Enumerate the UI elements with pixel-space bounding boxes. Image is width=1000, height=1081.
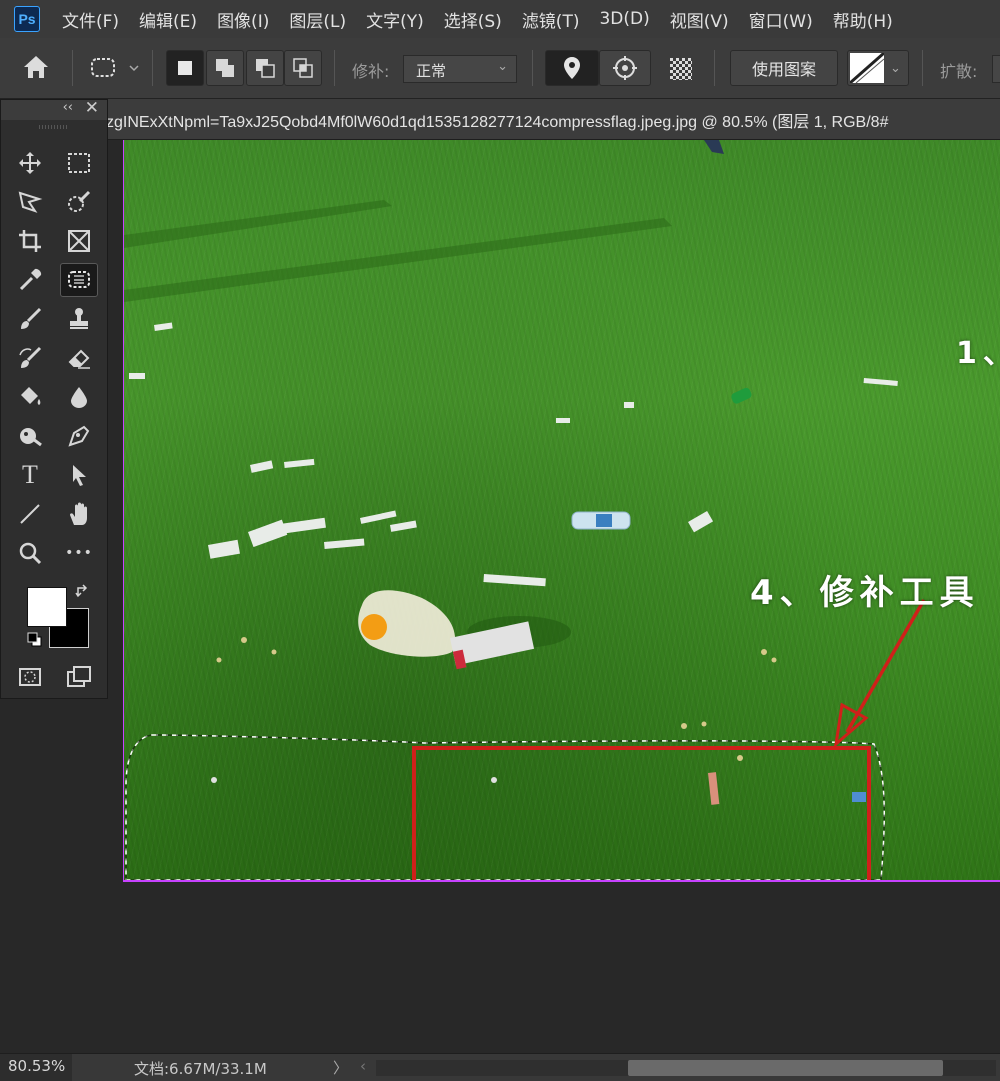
pattern-swatch-icon	[850, 53, 884, 83]
new-selection-icon[interactable]	[166, 50, 204, 86]
patch-selection-outline[interactable]	[125, 734, 885, 880]
bottle-cap	[852, 792, 866, 802]
document-title: zgINExXtNpml=Ta9xJ25Qobd4Mf0lW60d1qd1535…	[106, 114, 889, 131]
photoshop-logo[interactable]: Ps	[14, 6, 40, 32]
scroll-left-icon[interactable]: ‹	[360, 1057, 366, 1075]
dodge-icon[interactable]	[11, 419, 49, 453]
menu-select[interactable]: 选择(S)	[444, 7, 502, 32]
divider	[334, 50, 335, 86]
move-tool-icon[interactable]	[11, 146, 49, 180]
more-tools-icon[interactable]: •••	[60, 536, 98, 570]
home-icon[interactable]	[22, 54, 50, 84]
divider	[152, 50, 153, 86]
path-selection-icon[interactable]	[60, 458, 98, 492]
menu-3d[interactable]: 3D(D)	[599, 9, 649, 29]
hand-icon[interactable]	[60, 497, 98, 531]
diffuse-input[interactable]	[992, 55, 1000, 83]
document-tab[interactable]: zgINExXtNpml=Ta9xJ25Qobd4Mf0lW60d1qd1535…	[0, 99, 1000, 140]
zoom-level-field[interactable]: 80.53%	[0, 1054, 72, 1081]
panel-grip[interactable]	[39, 125, 69, 129]
patch-tool-preset-icon[interactable]	[88, 54, 144, 86]
patch-mode-select[interactable]: 正常 ⌄	[403, 55, 517, 83]
options-bar: 修补: 正常 ⌄ 使用图案 ⌄ 扩散:	[0, 38, 1000, 99]
menu-type[interactable]: 文字(Y)	[366, 7, 424, 32]
diffuse-label: 扩散:	[940, 62, 978, 81]
chevron-down-icon: ⌄	[890, 60, 901, 76]
annotation-box	[412, 746, 871, 880]
menu-edit[interactable]: 编辑(E)	[139, 7, 197, 32]
patch-mode-value: 正常	[416, 62, 447, 80]
annotation-arrow	[845, 599, 926, 733]
green-bottle	[731, 387, 752, 404]
paint-bucket-icon[interactable]	[11, 380, 49, 414]
menu-window[interactable]: 窗口(W)	[749, 7, 813, 32]
paper-scrap	[211, 777, 217, 783]
paper-scrap	[491, 777, 497, 783]
status-menu-arrow[interactable]: 〉	[333, 1057, 348, 1078]
screen-mode-icon[interactable]	[60, 660, 98, 694]
canvas[interactable]: 1、 4、修补工具	[123, 140, 1000, 882]
quick-mask-icon[interactable]	[11, 660, 49, 694]
rectangular-marquee-icon[interactable]	[60, 146, 98, 180]
cigarette-butt	[708, 772, 720, 805]
divider	[72, 50, 73, 86]
history-brush-icon[interactable]	[11, 341, 49, 375]
eraser-icon[interactable]	[60, 341, 98, 375]
destination-target-icon[interactable]	[599, 50, 651, 86]
pen-icon[interactable]	[60, 419, 98, 453]
polygon-lasso-icon[interactable]	[11, 185, 49, 219]
quick-selection-icon[interactable]	[60, 185, 98, 219]
subtract-from-selection-icon[interactable]	[246, 50, 284, 86]
tools-panel-header[interactable]: ‹‹ ✕	[1, 98, 107, 120]
annotation-patch-tool: 4、修补工具	[750, 573, 980, 613]
bottle-label	[596, 514, 612, 527]
chevron-down-icon: ⌄	[497, 59, 508, 74]
eyedropper-icon[interactable]	[11, 263, 49, 297]
status-bar: 80.53% 文档:6.67M/33.1M 〉 ‹	[0, 1053, 1000, 1081]
patch-tool-icon[interactable]	[60, 263, 98, 297]
collapse-icon[interactable]: ‹‹	[63, 100, 73, 115]
menu-bar: Ps 文件(F) 编辑(E) 图像(I) 图层(L) 文字(Y) 选择(S) 滤…	[0, 0, 1000, 38]
patch-mode-label: 修补:	[352, 62, 390, 81]
crop-icon[interactable]	[11, 224, 49, 258]
clone-stamp-icon[interactable]	[60, 302, 98, 336]
add-to-selection-icon[interactable]	[206, 50, 244, 86]
pattern-picker[interactable]: ⌄	[847, 50, 909, 86]
intersect-selection-icon[interactable]	[284, 50, 322, 86]
photo-scene	[124, 140, 926, 880]
default-colors-icon[interactable]	[27, 632, 43, 652]
swap-colors-icon[interactable]	[75, 584, 91, 604]
foreground-color-swatch[interactable]	[27, 587, 67, 627]
person-legs	[704, 140, 724, 154]
menu-file[interactable]: 文件(F)	[62, 7, 119, 32]
litter-pieces	[129, 322, 898, 587]
zoom-icon[interactable]	[11, 536, 49, 570]
brush-icon[interactable]	[11, 302, 49, 336]
divider	[714, 50, 715, 86]
annotation-step-1: 1、	[956, 336, 1000, 371]
horizontal-scroll-thumb[interactable]	[628, 1060, 943, 1076]
blur-icon[interactable]	[60, 380, 98, 414]
tools-panel: ‹‹ ✕ T •••	[0, 98, 108, 699]
menu-view[interactable]: 视图(V)	[670, 7, 729, 32]
tree-shadow	[124, 200, 392, 248]
transparent-checker-icon[interactable]	[670, 58, 692, 84]
menu-filter[interactable]: 滤镜(T)	[522, 7, 580, 32]
menu-layer[interactable]: 图层(L)	[289, 7, 346, 32]
type-tool-icon[interactable]: T	[11, 458, 49, 492]
divider	[532, 50, 533, 86]
line-tool-icon[interactable]	[11, 497, 49, 531]
source-location-icon[interactable]	[545, 50, 599, 86]
menu-help[interactable]: 帮助(H)	[833, 7, 893, 32]
frame-icon[interactable]	[60, 224, 98, 258]
menu-image[interactable]: 图像(I)	[217, 7, 269, 32]
use-pattern-button[interactable]: 使用图案	[730, 50, 838, 86]
divider	[922, 50, 923, 86]
orange-fruit	[361, 614, 387, 640]
patch-selection-outline-dark	[125, 734, 885, 880]
close-icon[interactable]: ✕	[85, 98, 99, 118]
document-size-info[interactable]: 文档:6.67M/33.1M	[134, 1058, 267, 1079]
